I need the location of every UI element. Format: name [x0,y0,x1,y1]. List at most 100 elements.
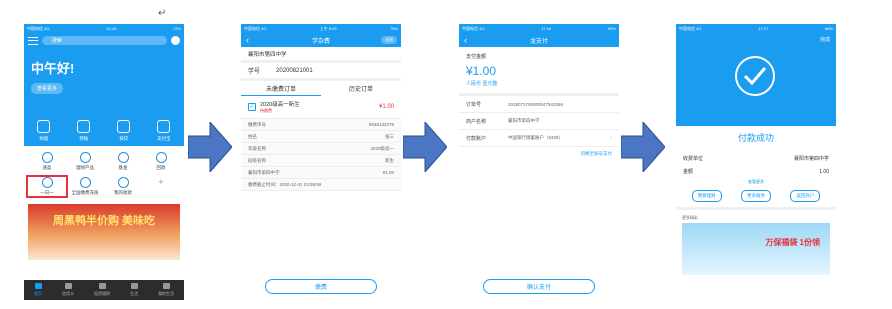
search-input[interactable]: 搜索 [42,36,167,45]
receive-icon [117,177,129,188]
bank-home-screen: 中国电信 4G 12:43 72% 搜索 中午好! 查看更多 财富 转账 快贷 … [24,24,184,300]
return-mark: ↵ [158,8,167,19]
back-icon[interactable]: ‹ [246,35,249,45]
order-amount: ¥1.00 [378,104,394,110]
checkbox-icon[interactable]: ✓ [248,103,256,111]
flow-arrow-icon [188,122,232,172]
checkmark-icon [735,56,775,96]
order-item[interactable]: ✓ 2020级高一新生 待缴费 ¥1.00 [241,96,401,119]
add-icon: + [158,177,164,187]
more-service-button[interactable]: 更多服务 [740,190,771,202]
quick-transfer[interactable]: 转账 [77,120,91,142]
back-icon[interactable]: ‹ [464,35,467,45]
service-grid: 速盈 理财产品 基金 回款 一日一 全国缴费充值 我的收款 + [24,146,184,202]
invest-icon [98,283,106,289]
quick-actions: 财富 转账 快贷 支付宝 [24,120,184,142]
info-row: 订单号 2018071700000047941066 [459,96,619,113]
service-add[interactable]: + [142,177,180,196]
ad-banner[interactable]: 万保福袋 1份领 [682,223,830,275]
payment-amount-block: 支付金额 ¥1.00 人民币 壹元整 [459,47,619,96]
service-return[interactable]: 回款 [142,152,180,171]
detail-row: 缴费单号 6046132279 [241,119,401,131]
status-bar: 中国电信 4G 上午 9:43 75% [241,24,401,33]
order-tabs: 未缴费订单 历史订单 [241,81,401,96]
tab-card[interactable]: 信用卡 [62,283,74,297]
flow-arrow-icon [403,122,447,172]
payment-success-screen: 中国电信 4G 17:17 68% 完成 付款成功 收费单位 襄阳市第四中学 金额 1.… [676,24,836,300]
chevron-right-icon: › [610,135,612,141]
school-name: 襄阳市第四中学 [241,47,401,63]
status-bar: 中国电信 4G 12:43 72% [27,25,181,32]
tutorial-flow: ↵ 中国电信 4G 12:43 72% 搜索 中午好! 查看更多 财富 转账 快… [0,0,892,309]
success-hero: 中国电信 4G 17:17 68% 完成 [676,24,836,126]
me-icon [162,283,170,289]
info-row: 收费单位 襄阳市第四中学 [683,156,829,162]
success-title: 付款成功 [737,133,774,143]
home-header: 中国电信 4G 12:43 72% 搜索 中午好! 查看更多 财富 转账 快贷 … [24,24,184,146]
done-button[interactable]: 完成 [820,36,830,43]
long-pay-screen: 中国电信 4G 17:16 69% ‹ 龙支付 支付金额 ¥1.00 人民币 壹元整… [459,24,619,300]
speed-icon [41,152,53,163]
deadline: 缴费截止时间：2020-12-31 23:59:59 [241,179,401,191]
switch-account-link[interactable]: 切换至账号支付 [459,147,619,161]
home-icon [34,283,42,289]
promo-banner[interactable]: 周黑鸭半价购 美味吃 [28,204,180,260]
wealth-icon [37,120,51,133]
school-fee-icon [41,177,53,188]
account-row[interactable]: 付款账户 中国银行储蓄账户（6329） › [459,130,619,147]
greeting: 中午好! [31,61,75,76]
page-title: 龙支付 [529,38,548,45]
page-title: 学杂费 [311,38,330,45]
student-id-value: 20200821001 [276,67,313,74]
flow-arrow-icon [621,122,665,172]
service-speed[interactable]: 速盈 [28,152,66,171]
service-recharge[interactable]: 全国缴费充值 [66,177,104,196]
info-row: 金额 1.00 [683,168,829,176]
tab-home[interactable]: 首页 [34,283,42,297]
view-more-link[interactable]: 查看更多 [676,178,836,190]
menu-icon[interactable] [28,36,38,45]
detail-row: 班级名称 新生 [241,155,401,167]
action-buttons: 我要理财 更多服务 返回商户 [676,190,836,202]
info-row: 商户名称 襄阳市第四中学 [459,113,619,130]
return-merchant-button[interactable]: 返回商户 [790,190,821,202]
confirm-pay-button[interactable]: 确认支付 [483,279,595,294]
product-icon [79,152,91,163]
tab-history[interactable]: 历史订单 [321,81,401,96]
bottom-tabbar: 首页 信用卡 投资理财 生活 我的生活 [24,280,184,300]
loan-icon [117,120,131,133]
status-bar: 中国电信 4G 17:17 68% [679,25,833,32]
card-icon [64,283,72,289]
status-bar: 中国电信 4G 17:16 69% [459,24,619,33]
service-receive[interactable]: 我的收款 [104,177,142,196]
pay-button[interactable]: 缴费 [265,279,377,294]
tab-invest[interactable]: 投资理财 [94,283,110,297]
nav-bar: ‹ 学杂费 关闭 [241,33,401,47]
more-section-title: 更多精彩 [676,207,836,223]
finance-button[interactable]: 我要理财 [691,190,722,202]
service-fund[interactable]: 基金 [104,152,142,171]
quick-pay[interactable]: 支付宝 [157,120,171,142]
payment-amount: ¥1.00 [466,64,497,78]
pay-icon [157,120,171,133]
avatar[interactable] [171,36,180,45]
tab-life[interactable]: 生活 [130,283,138,297]
greeting-pill-button[interactable]: 查看更多 [31,83,64,94]
school-fee-screen: 中国电信 4G 上午 9:43 75% ‹ 学杂费 关闭 襄阳市第四中学 学号 20… [241,24,401,300]
tab-me[interactable]: 我的生活 [158,283,174,297]
service-school-fee[interactable]: 一日一 [26,175,68,198]
service-product[interactable]: 理财产品 [66,152,104,171]
recharge-icon [79,177,91,188]
student-id-row: 学号 20200821001 [241,63,401,81]
quick-wealth[interactable]: 财富 [37,120,51,142]
detail-row: 年级名称 2020级高一 [241,143,401,155]
close-button[interactable]: 关闭 [381,36,397,44]
return-icon [155,152,167,163]
nav-bar: ‹ 龙支付 [459,33,619,47]
detail-row: 襄阳市第四中学 ¥1.00 [241,167,401,179]
detail-row: 姓名 张三 [241,131,401,143]
quick-loan[interactable]: 快贷 [117,120,131,142]
fund-icon [117,152,129,163]
life-icon [130,283,138,289]
tab-unpaid[interactable]: 未缴费订单 [241,81,321,96]
